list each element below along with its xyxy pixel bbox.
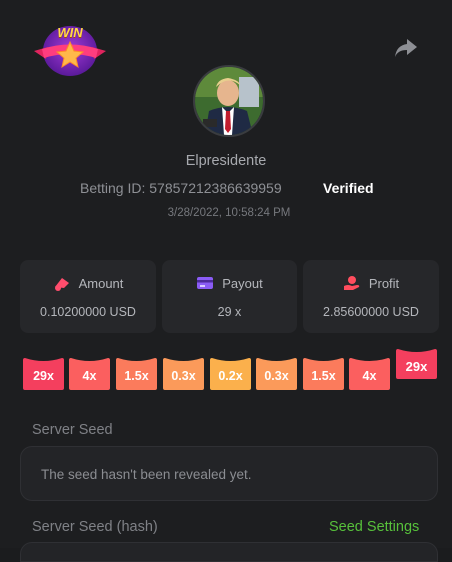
stat-profit-label: Profit: [368, 276, 400, 291]
betting-id-label: Betting ID:: [80, 180, 146, 196]
multiplier-label: 4x: [362, 369, 377, 383]
multiplier-label: 0.2x: [218, 369, 243, 383]
betting-id-value: 57857212386639959: [149, 180, 282, 196]
verified-badge: Verified: [323, 180, 374, 196]
avatar: [193, 65, 265, 137]
bet-timestamp: 3/28/2022, 10:58:24 PM: [167, 207, 291, 219]
multiplier-chip[interactable]: 0.2x: [210, 358, 251, 390]
multiplier-label: 29x: [33, 369, 54, 383]
multiplier-chip[interactable]: 4x: [349, 358, 390, 390]
multiplier-row: 29x 4x 1.5x 0.3x 0.2x 0.3x 1.5x 4x 29x: [0, 348, 452, 392]
bet-details-panel: WIN Elpresidente Betting ID: 57857212386…: [0, 0, 452, 562]
share-icon[interactable]: [393, 37, 421, 61]
stat-profit: Profit 2.85600000 USD: [303, 260, 439, 333]
server-seed-field[interactable]: The seed hasn't been revealed yet.: [20, 446, 438, 501]
win-badge-text: WIN: [57, 25, 83, 40]
multiplier-chip[interactable]: 29x: [23, 358, 64, 390]
betting-id: Betting ID: 57857212386639959: [80, 180, 282, 196]
multiplier-chip[interactable]: 1.5x: [116, 358, 157, 390]
stat-profit-value: 2.85600000 USD: [323, 305, 419, 319]
username: Elpresidente: [185, 153, 267, 169]
server-seed-value: The seed hasn't been revealed yet.: [41, 467, 252, 482]
server-seed-hash-label: Server Seed (hash): [32, 519, 158, 535]
multiplier-chip[interactable]: 0.3x: [163, 358, 204, 390]
stat-amount-label: Amount: [78, 276, 124, 291]
server-seed-label: Server Seed: [32, 422, 113, 438]
seed-settings-link[interactable]: Seed Settings: [329, 519, 419, 535]
multiplier-chip[interactable]: 4x: [69, 358, 110, 390]
stat-payout-value: 29 x: [217, 305, 242, 319]
multiplier-label: 0.3x: [171, 369, 196, 383]
multiplier-label: 0.3x: [264, 369, 289, 383]
multiplier-label: 29x: [405, 358, 428, 374]
stat-amount-value: 0.10200000 USD: [40, 305, 136, 319]
stat-payout-label: Payout: [222, 276, 263, 291]
stat-payout: Payout 29 x: [162, 260, 297, 333]
server-seed-hash-field[interactable]: [20, 542, 438, 562]
stat-amount: Amount 0.10200000 USD: [20, 260, 156, 333]
hand-coin-icon: [343, 276, 360, 290]
chip-icon: [54, 278, 69, 291]
multiplier-chip[interactable]: 0.3x: [256, 358, 297, 390]
multiplier-label: 1.5x: [124, 369, 149, 383]
multiplier-label: 4x: [82, 369, 97, 383]
win-badge-icon: WIN: [32, 20, 108, 80]
card-icon: [197, 277, 214, 289]
multiplier-chip[interactable]: 1.5x: [303, 358, 344, 390]
betting-id-row: Betting ID: 57857212386639959 Verified: [0, 180, 452, 198]
multiplier-label: 1.5x: [311, 369, 336, 383]
multiplier-chip[interactable]: 29x: [396, 349, 437, 379]
